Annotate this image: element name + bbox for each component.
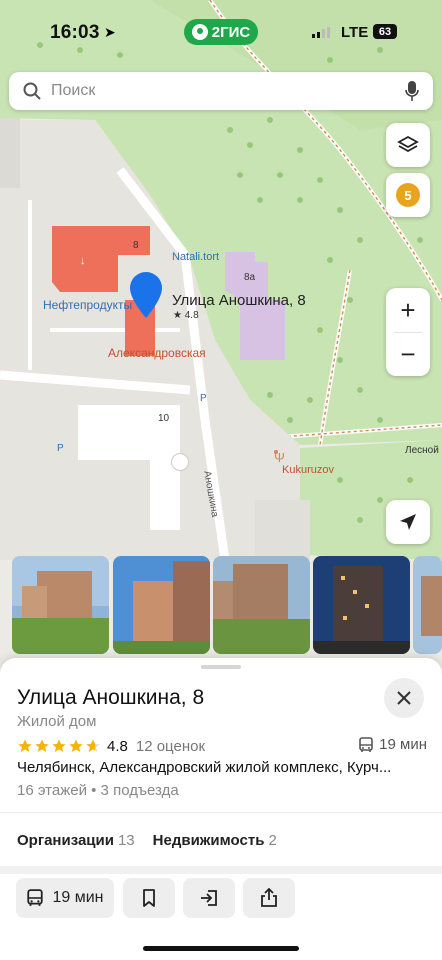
tab-count: 13: [117, 832, 135, 849]
rating-stars: [17, 738, 101, 754]
enter-icon: [201, 890, 217, 906]
rating-row: 4.8 12 оценок 19 мин: [17, 736, 427, 756]
place-card[interactable]: Улица Аношкина, 8 Жилой дом 4.8 12 оцено…: [0, 658, 442, 960]
layers-button[interactable]: [386, 123, 430, 167]
photo-gallery[interactable]: [0, 556, 442, 654]
pin-rating: ★ 4.8: [173, 310, 199, 321]
poi-nefteprodukty[interactable]: Нефтепродукты: [43, 298, 132, 312]
divider: [0, 812, 442, 813]
status-bar: 16:03 ➤ 2ГИС LTE 63: [0, 18, 442, 48]
location-arrow-icon: ➤: [104, 24, 116, 40]
poi-kukuruzov[interactable]: Kukuruzov: [282, 464, 334, 476]
poi-aleksandrovskaya[interactable]: Александровская: [108, 346, 206, 360]
layers-icon: [397, 135, 419, 153]
place-title: Улица Аношкина, 8: [17, 686, 205, 709]
notification-count-badge: 5: [396, 183, 420, 207]
photo-thumbnail[interactable]: [313, 556, 410, 654]
star-icon: [52, 739, 66, 752]
route-time-label: 19 мин: [52, 889, 104, 906]
star-icon: [69, 739, 83, 752]
network-label: LTE: [341, 24, 369, 41]
building-info: 16 этажей • 3 подъезда: [17, 782, 179, 799]
close-button[interactable]: [384, 678, 424, 718]
battery-icon: 63: [373, 24, 397, 39]
zoom-out-button[interactable]: −: [386, 332, 430, 376]
star-icon: [35, 739, 49, 752]
photo-thumbnail[interactable]: [113, 556, 210, 654]
selected-location-pin[interactable]: [126, 270, 166, 320]
clock: 16:03: [50, 22, 100, 43]
zoom-controls: + −: [386, 288, 430, 376]
search-icon: [23, 82, 41, 100]
navigation-arrow-icon: [400, 514, 416, 530]
notifications-button[interactable]: 5: [386, 173, 430, 217]
star-icon: [18, 739, 32, 752]
microphone-icon[interactable]: [405, 80, 419, 102]
address[interactable]: Челябинск, Александровский жилой комплек…: [17, 759, 427, 776]
info-tabs: Организации 13 Недвижимость 2: [17, 832, 277, 849]
home-indicator[interactable]: [143, 946, 299, 951]
drag-handle[interactable]: [201, 665, 241, 669]
bookmark-icon: [143, 889, 155, 907]
share-icon: [261, 888, 277, 907]
bus-icon: [359, 736, 373, 752]
poi-lesnoy: Лесной: [405, 445, 439, 456]
brand-label: 2ГИС: [211, 23, 251, 41]
zoom-in-button[interactable]: +: [386, 288, 430, 332]
rating-value: 4.8: [107, 737, 128, 755]
transit-time[interactable]: 19 мин: [358, 736, 427, 753]
map-view[interactable]: 8 8а 10 Natali.tort Нефтепродукты Алекса…: [0, 0, 442, 700]
poi-natali-tort[interactable]: Natali.tort: [172, 251, 219, 263]
search-input[interactable]: [51, 82, 405, 100]
tab-count: 2: [268, 832, 277, 849]
poi-badge-icon[interactable]: [171, 453, 189, 471]
arrow-down-icon: ↓: [80, 255, 86, 267]
tab-label: Организации: [17, 832, 114, 849]
my-location-button[interactable]: [386, 500, 430, 544]
building-number-10: 10: [158, 413, 170, 424]
transit-time-label: 19 мин: [379, 736, 427, 753]
pin-title: Улица Аношкина, 8: [172, 292, 306, 309]
route-button[interactable]: 19 мин: [16, 878, 114, 918]
bus-icon: [27, 889, 44, 906]
signal-icon: [312, 27, 330, 38]
tab-label: Недвижимость: [152, 832, 265, 849]
close-icon: [397, 691, 411, 705]
parking-marker: P: [200, 393, 207, 404]
building-number-8a: 8а: [244, 272, 256, 283]
tab-real-estate[interactable]: Недвижимость 2: [153, 832, 277, 849]
building-number-8: 8: [133, 240, 139, 251]
logo-icon: [191, 24, 208, 40]
restaurant-icon: Ψ: [274, 450, 285, 465]
parking-marker: P: [57, 443, 64, 454]
share-button[interactable]: [243, 878, 295, 918]
bookmark-button[interactable]: [123, 878, 175, 918]
entrance-button[interactable]: [183, 878, 235, 918]
tab-organizations[interactable]: Организации 13: [17, 832, 135, 849]
app-brand-badge[interactable]: 2ГИС: [184, 19, 258, 45]
search-bar[interactable]: [9, 72, 433, 110]
star-half-icon: [86, 739, 100, 752]
photo-thumbnail[interactable]: [413, 556, 442, 654]
divider: [0, 866, 442, 874]
place-type: Жилой дом: [17, 713, 97, 730]
rating-count[interactable]: 12 оценок: [136, 738, 205, 755]
photo-thumbnail[interactable]: [12, 556, 109, 654]
photo-thumbnail[interactable]: [213, 556, 310, 654]
